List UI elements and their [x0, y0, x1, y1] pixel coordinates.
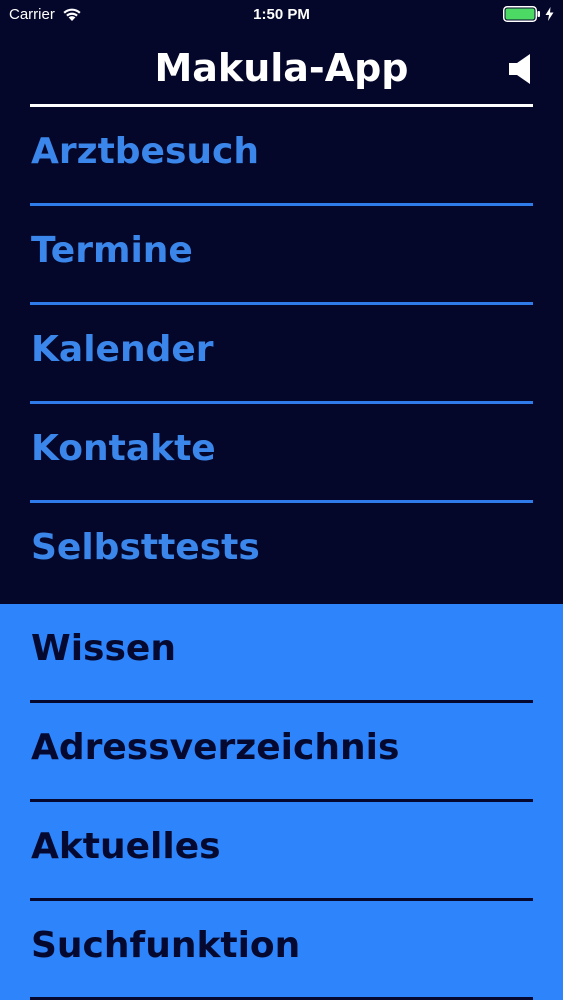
menu-item-aktuelles[interactable]: Aktuelles — [0, 802, 563, 901]
menu-item-wissen[interactable]: Wissen — [0, 604, 563, 703]
status-time: 1:50 PM — [253, 6, 310, 23]
menu-item-label: Termine — [31, 230, 193, 271]
battery-icon — [503, 6, 540, 22]
primary-menu: Arztbesuch Termine Kalender Kontakte Sel… — [0, 107, 563, 604]
menu-item-label: Kontakte — [31, 428, 216, 469]
menu-item-kontakte[interactable]: Kontakte — [0, 404, 563, 503]
menu-item-label: Selbsttests — [31, 527, 260, 568]
menu-item-label: Kalender — [31, 329, 214, 370]
menu-item-label: Suchfunktion — [31, 925, 301, 966]
status-bar: Carrier 1:50 PM — [0, 0, 563, 30]
menu-item-arztbesuch[interactable]: Arztbesuch — [0, 107, 563, 206]
charging-bolt-icon — [545, 7, 554, 21]
menu-item-label: Adressverzeichnis — [31, 727, 400, 768]
page-title: Makula-App — [154, 46, 409, 90]
menu-item-termine[interactable]: Termine — [0, 206, 563, 305]
secondary-menu: Wissen Adressverzeichnis Aktuelles Suchf… — [0, 604, 563, 1000]
menu-item-label: Arztbesuch — [31, 131, 259, 172]
menu-item-selbsttests[interactable]: Selbsttests — [0, 503, 563, 602]
menu-item-suchfunktion[interactable]: Suchfunktion — [0, 901, 563, 1000]
status-bar-right — [503, 6, 554, 22]
speaker-icon[interactable] — [508, 52, 532, 86]
menu-item-adressverzeichnis[interactable]: Adressverzeichnis — [0, 703, 563, 802]
nav-header: Makula-App — [0, 30, 563, 107]
menu-item-label: Wissen — [31, 628, 176, 669]
menu-item-label: Aktuelles — [31, 826, 221, 867]
menu-item-kalender[interactable]: Kalender — [0, 305, 563, 404]
